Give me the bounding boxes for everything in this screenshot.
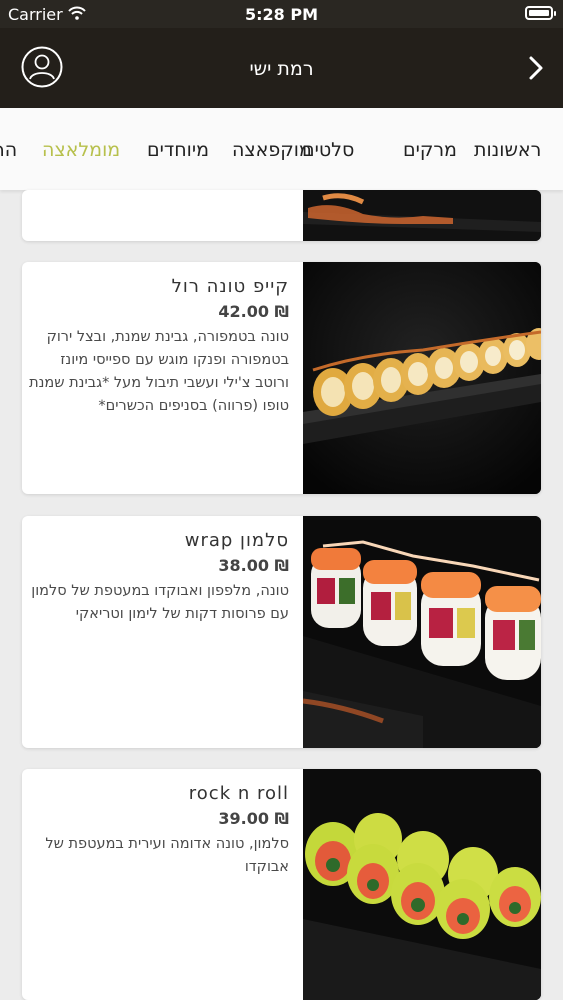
tab-recommended[interactable]: מומלאצה — [42, 139, 120, 161]
dish-image — [303, 516, 541, 748]
menu-item-card[interactable]: קייפ טונה רול ₪ 42.00 טונה בטמפורה, גבינ… — [22, 262, 541, 494]
tab-partial[interactable]: הר — [0, 139, 17, 161]
menu-item-info: rock n roll ₪ 39.00 סלמון, טונה אדומה וע… — [22, 769, 303, 1000]
category-tabs: ראשונות מרקים סלטים מוקפאצה מיוחדים מומל… — [0, 108, 563, 190]
menu-item-info: סלמון wrap ₪ 38.00 טונה, מלפפון ואבוקדו … — [22, 516, 303, 748]
chevron-right-icon[interactable] — [524, 54, 548, 82]
item-name: קייפ טונה רול — [171, 276, 289, 297]
item-description: סלמון, טונה אדומה ועירית במעטפת של אבוקד… — [45, 836, 289, 875]
status-bar: Carrier 5:28 PM — [0, 0, 563, 28]
dish-image — [303, 769, 541, 1000]
menu-item-card[interactable]: סלמון wrap ₪ 38.00 טונה, מלפפון ואבוקדו … — [22, 516, 541, 748]
page-title: רמת ישי — [249, 58, 314, 80]
item-price: ₪ 38.00 — [218, 556, 289, 575]
item-description: טונה בטמפורה, גבינת שמנת, ובצל ירוק בטמפ… — [29, 329, 289, 414]
item-description: טונה, מלפפון ואבוקדו במעטפת של סלמון עם … — [31, 583, 289, 622]
item-name: סלמון wrap — [184, 530, 289, 551]
app-header: רמת ישי — [0, 28, 563, 108]
menu-item-info: קייפ טונה רול ₪ 42.00 טונה בטמפורה, גבינ… — [22, 262, 303, 494]
menu-item-card[interactable] — [22, 190, 541, 241]
dish-image — [303, 262, 541, 494]
item-name: rock n roll — [188, 783, 289, 804]
dish-image — [303, 190, 541, 241]
item-price: ₪ 39.00 — [218, 809, 289, 828]
tab-mokpatsa[interactable]: מוקפאצה — [232, 139, 312, 161]
tab-specials[interactable]: מיוחדים — [147, 139, 209, 161]
item-price: ₪ 42.00 — [218, 302, 289, 321]
tab-firsts[interactable]: ראשונות — [474, 139, 541, 161]
clock: 5:28 PM — [244, 5, 318, 24]
battery-icon — [525, 6, 556, 20]
menu-item-card[interactable]: rock n roll ₪ 39.00 סלמון, טונה אדומה וע… — [22, 769, 541, 1000]
tab-soups[interactable]: מרקים — [403, 139, 457, 161]
